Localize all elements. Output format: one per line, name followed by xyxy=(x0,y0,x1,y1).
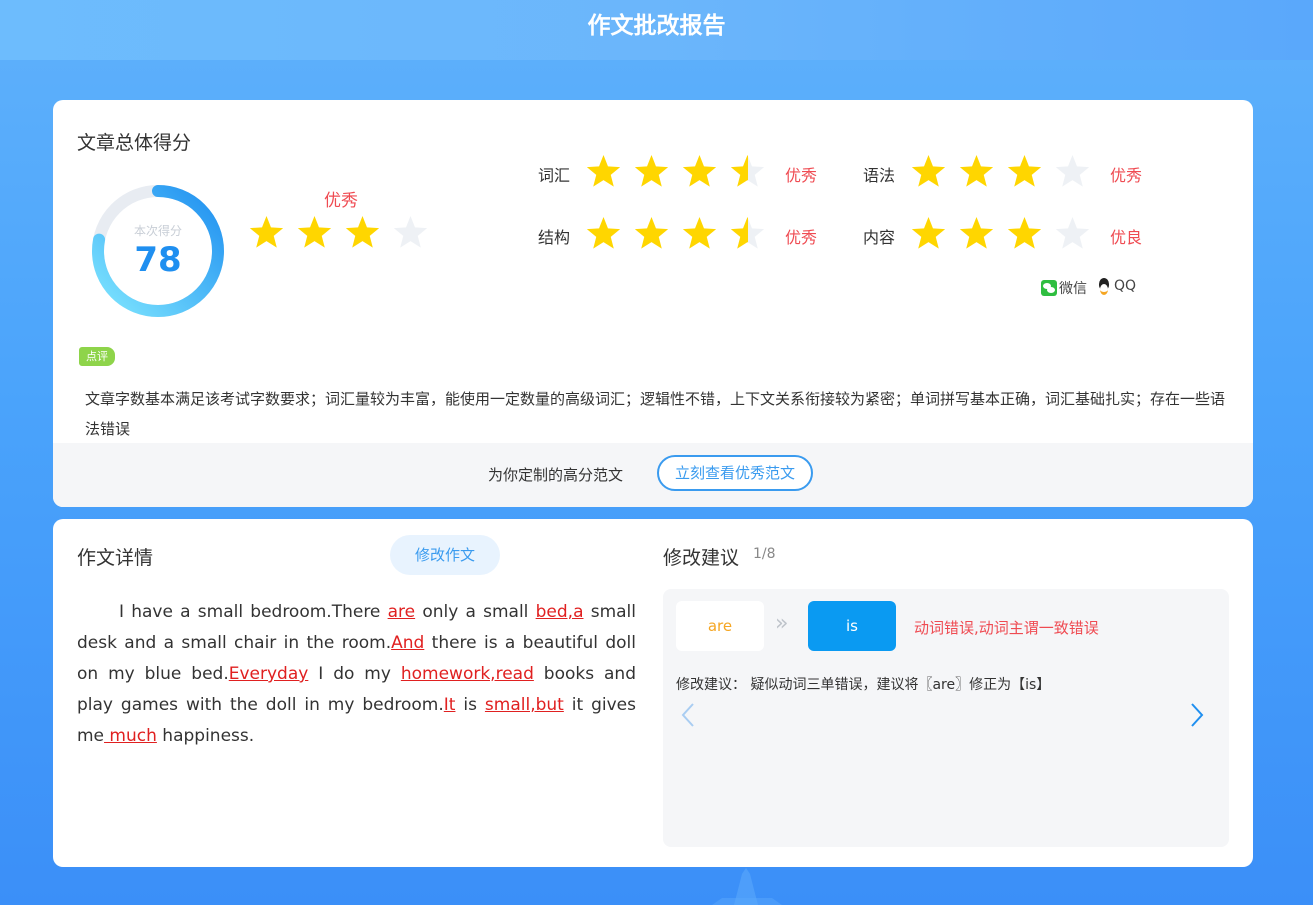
suggestion-total: /8 xyxy=(761,546,776,562)
decorative-shape xyxy=(712,868,782,905)
star-full-icon xyxy=(959,155,994,190)
metric-name-structure: 结构 xyxy=(538,228,571,247)
overall-score-card: 文章总体得分 本次得分 78 优秀 词汇 优秀 语法 优秀 结构 优秀 内容 优… xyxy=(53,100,1253,507)
star-full-icon xyxy=(911,155,946,190)
view-sample-essay-button[interactable]: 立刻查看优秀范文 xyxy=(657,455,813,491)
essay-error-word[interactable]: Everyday xyxy=(229,664,309,684)
essay-text-segment: happiness. xyxy=(156,726,255,746)
double-chevron-right-icon: » xyxy=(775,611,789,636)
essay-error-word[interactable]: bed,a xyxy=(536,602,584,622)
star-full-icon xyxy=(1007,217,1042,252)
qq-icon xyxy=(1096,278,1112,295)
metric-stars-vocab xyxy=(586,155,765,190)
comment-text: 文章字数基本满足该考试字数要求；词汇量较为丰富，能使用一定数量的高级词汇；逻辑性… xyxy=(85,390,1226,438)
star-half-icon xyxy=(730,155,765,190)
metric-level-grammar: 优秀 xyxy=(1110,166,1143,185)
essay-text-segment: I have a small bedroom.There xyxy=(119,602,388,622)
page-title: 作文批改报告 xyxy=(587,13,726,39)
metric-stars-content xyxy=(911,217,1090,252)
edit-essay-button[interactable]: 修改作文 xyxy=(390,535,500,575)
score-gauge: 本次得分 78 xyxy=(83,176,233,326)
star-full-icon xyxy=(682,217,717,252)
sample-essay-bar: 为你定制的高分范文 立刻查看优秀范文 xyxy=(53,443,1253,507)
metric-level-content: 优良 xyxy=(1110,228,1143,247)
wechat-icon xyxy=(1041,280,1057,296)
star-empty-icon xyxy=(1055,217,1090,252)
score-label: 本次得分 xyxy=(133,224,182,238)
essay-error-word[interactable]: small,but xyxy=(485,695,564,715)
share-wechat-label: 微信 xyxy=(1059,281,1087,297)
suggestion-text: 修改建议： 疑似动词三单错误，建议将〖are〗修正为【is】 xyxy=(676,677,1051,693)
metric-name-vocab: 词汇 xyxy=(538,166,571,185)
star-full-icon xyxy=(586,155,621,190)
overall-stars xyxy=(249,216,428,251)
star-empty-icon xyxy=(1055,155,1090,190)
metric-stars-grammar xyxy=(911,155,1090,190)
essay-detail-card: 作文详情 修改作文 I have a small bedroom.There a… xyxy=(53,519,1253,867)
correct-word: is xyxy=(808,601,896,651)
suggestion-counter: 1/8 xyxy=(753,546,776,562)
suggestion-current: 1 xyxy=(753,546,762,562)
essay-error-word[interactable]: are xyxy=(388,602,416,622)
metric-stars-structure xyxy=(586,217,765,252)
share-wechat[interactable]: 微信 xyxy=(1041,278,1087,298)
page-header: 作文批改报告 xyxy=(0,0,1313,60)
essay-text: I have a small bedroom.There are only a … xyxy=(77,597,636,752)
sample-essay-prompt: 为你定制的高分范文 xyxy=(488,466,624,484)
essay-error-word[interactable]: And xyxy=(391,633,424,653)
prev-suggestion-icon[interactable] xyxy=(681,701,695,736)
essay-error-word[interactable]: much xyxy=(104,726,156,746)
star-full-icon xyxy=(249,216,284,251)
suggestion-title: 修改建议 xyxy=(663,547,740,569)
metric-level-structure: 优秀 xyxy=(785,228,818,247)
next-suggestion-icon[interactable] xyxy=(1190,701,1204,736)
essay-error-word[interactable]: It xyxy=(444,695,456,715)
star-full-icon xyxy=(959,217,994,252)
star-full-icon xyxy=(634,217,669,252)
comment-tag: 点评 xyxy=(79,347,115,366)
essay-text-segment: is xyxy=(455,695,485,715)
essay-error-word[interactable]: homework,read xyxy=(401,664,534,684)
essay-text-segment: only a small xyxy=(415,602,536,622)
star-full-icon xyxy=(586,217,621,252)
star-empty-icon xyxy=(393,216,428,251)
star-full-icon xyxy=(297,216,332,251)
star-full-icon xyxy=(1007,155,1042,190)
share-qq[interactable]: QQ xyxy=(1096,278,1137,295)
metric-name-grammar: 语法 xyxy=(863,166,896,185)
wrong-word: are xyxy=(676,601,764,651)
metric-name-content: 内容 xyxy=(863,228,896,247)
star-half-icon xyxy=(730,217,765,252)
score-value: 78 xyxy=(134,240,182,280)
suggestion-panel: are » is 动词错误,动词主谓一致错误 修改建议： 疑似动词三单错误，建议… xyxy=(663,589,1229,847)
star-full-icon xyxy=(911,217,946,252)
star-full-icon xyxy=(345,216,380,251)
share-qq-label: QQ xyxy=(1114,278,1137,294)
essay-detail-title: 作文详情 xyxy=(77,547,154,569)
overall-level: 优秀 xyxy=(324,191,358,211)
star-full-icon xyxy=(682,155,717,190)
error-type: 动词错误,动词主谓一致错误 xyxy=(914,619,1099,637)
metric-level-vocab: 优秀 xyxy=(785,166,818,185)
star-full-icon xyxy=(634,155,669,190)
overall-score-title: 文章总体得分 xyxy=(77,132,192,154)
essay-text-segment: I do my xyxy=(308,664,401,684)
